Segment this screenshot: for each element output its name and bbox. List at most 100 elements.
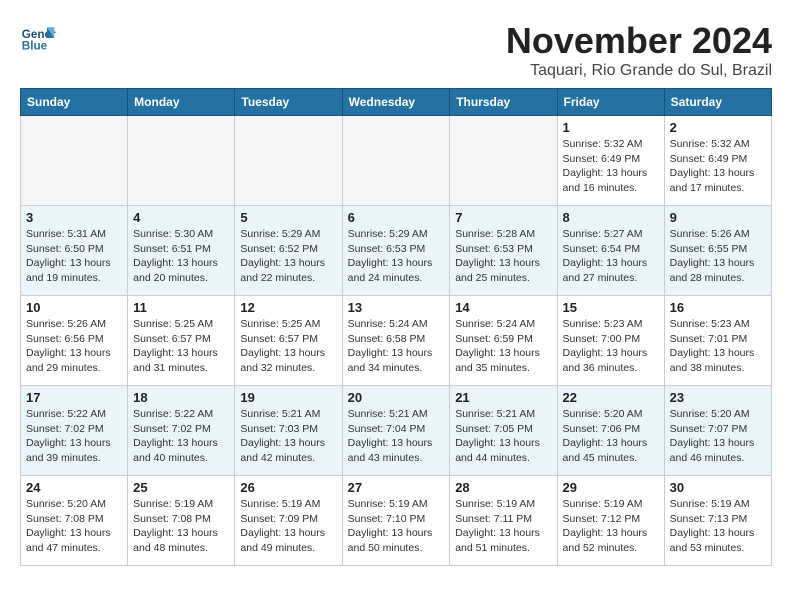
calendar-cell: 20 Sunrise: 5:21 AMSunset: 7:04 PMDayligh…: [342, 386, 450, 476]
calendar-cell: [21, 116, 128, 206]
calendar-cell: 1Sunrise: 5:32 AMSunset: 6:49 PMDaylight…: [557, 116, 664, 206]
day-info: Sunrise: 5:19 AMSunset: 7:09 PMDaylight:…: [240, 497, 336, 556]
calendar-cell: 3 Sunrise: 5:31 AMSunset: 6:50 PMDaylight…: [21, 206, 128, 296]
calendar-cell: 15Sunrise: 5:23 AMSunset: 7:00 PMDayligh…: [557, 296, 664, 386]
calendar-cell: 23 Sunrise: 5:20 AMSunset: 7:07 PMDayligh…: [664, 386, 771, 476]
day-number: 20: [348, 390, 445, 405]
calendar-cell: 2 Sunrise: 5:32 AMSunset: 6:49 PMDaylight…: [664, 116, 771, 206]
day-number: 22: [563, 390, 659, 405]
page-header: General Blue November 2024 Taquari, Rio …: [20, 20, 772, 80]
calendar-cell: 27 Sunrise: 5:19 AMSunset: 7:10 PMDayligh…: [342, 476, 450, 566]
day-info: Sunrise: 5:20 AMSunset: 7:06 PMDaylight:…: [563, 407, 659, 466]
calendar-row-0: 1Sunrise: 5:32 AMSunset: 6:49 PMDaylight…: [21, 116, 772, 206]
day-number: 13: [348, 300, 445, 315]
day-number: 24: [26, 480, 122, 495]
calendar-cell: 10 Sunrise: 5:26 AMSunset: 6:56 PMDayligh…: [21, 296, 128, 386]
day-number: 7: [455, 210, 551, 225]
day-info: Sunrise: 5:31 AMSunset: 6:50 PMDaylight:…: [26, 227, 122, 286]
calendar-cell: [342, 116, 450, 206]
day-number: 4: [133, 210, 229, 225]
calendar-cell: 8Sunrise: 5:27 AMSunset: 6:54 PMDaylight…: [557, 206, 664, 296]
day-number: 2: [670, 120, 766, 135]
calendar-cell: 18Sunrise: 5:22 AMSunset: 7:02 PMDayligh…: [128, 386, 235, 476]
calendar-cell: [235, 116, 342, 206]
day-info: Sunrise: 5:21 AMSunset: 7:03 PMDaylight:…: [240, 407, 336, 466]
calendar-cell: 30 Sunrise: 5:19 AMSunset: 7:13 PMDayligh…: [664, 476, 771, 566]
weekday-header-wednesday: Wednesday: [342, 89, 450, 116]
calendar-cell: 14 Sunrise: 5:24 AMSunset: 6:59 PMDayligh…: [450, 296, 557, 386]
calendar-cell: 21 Sunrise: 5:21 AMSunset: 7:05 PMDayligh…: [450, 386, 557, 476]
calendar-cell: 7 Sunrise: 5:28 AMSunset: 6:53 PMDaylight…: [450, 206, 557, 296]
day-info: Sunrise: 5:26 AMSunset: 6:55 PMDaylight:…: [670, 227, 766, 286]
day-number: 19: [240, 390, 336, 405]
day-info: Sunrise: 5:19 AMSunset: 7:08 PMDaylight:…: [133, 497, 229, 556]
day-number: 30: [670, 480, 766, 495]
weekday-header-thursday: Thursday: [450, 89, 557, 116]
logo-icon: General Blue: [20, 20, 56, 56]
calendar-row-3: 17 Sunrise: 5:22 AMSunset: 7:02 PMDayligh…: [21, 386, 772, 476]
day-number: 21: [455, 390, 551, 405]
calendar-cell: 17 Sunrise: 5:22 AMSunset: 7:02 PMDayligh…: [21, 386, 128, 476]
day-info: Sunrise: 5:19 AMSunset: 7:11 PMDaylight:…: [455, 497, 551, 556]
day-info: Sunrise: 5:28 AMSunset: 6:53 PMDaylight:…: [455, 227, 551, 286]
day-number: 25: [133, 480, 229, 495]
day-info: Sunrise: 5:20 AMSunset: 7:08 PMDaylight:…: [26, 497, 122, 556]
day-info: Sunrise: 5:25 AMSunset: 6:57 PMDaylight:…: [133, 317, 229, 376]
day-number: 8: [563, 210, 659, 225]
day-number: 26: [240, 480, 336, 495]
calendar-cell: 11 Sunrise: 5:25 AMSunset: 6:57 PMDayligh…: [128, 296, 235, 386]
calendar-cell: 25 Sunrise: 5:19 AMSunset: 7:08 PMDayligh…: [128, 476, 235, 566]
day-info: Sunrise: 5:29 AMSunset: 6:52 PMDaylight:…: [240, 227, 336, 286]
day-info: Sunrise: 5:32 AMSunset: 6:49 PMDaylight:…: [670, 137, 766, 196]
calendar-cell: [128, 116, 235, 206]
day-number: 6: [348, 210, 445, 225]
day-info: Sunrise: 5:22 AMSunset: 7:02 PMDaylight:…: [133, 407, 229, 466]
weekday-header-saturday: Saturday: [664, 89, 771, 116]
day-number: 12: [240, 300, 336, 315]
day-info: Sunrise: 5:24 AMSunset: 6:59 PMDaylight:…: [455, 317, 551, 376]
day-number: 3: [26, 210, 122, 225]
title-area: November 2024 Taquari, Rio Grande do Sul…: [506, 20, 772, 80]
day-number: 23: [670, 390, 766, 405]
calendar-cell: 9 Sunrise: 5:26 AMSunset: 6:55 PMDaylight…: [664, 206, 771, 296]
day-info: Sunrise: 5:24 AMSunset: 6:58 PMDaylight:…: [348, 317, 445, 376]
day-info: Sunrise: 5:29 AMSunset: 6:53 PMDaylight:…: [348, 227, 445, 286]
day-number: 28: [455, 480, 551, 495]
calendar-table: SundayMondayTuesdayWednesdayThursdayFrid…: [20, 88, 772, 566]
day-info: Sunrise: 5:21 AMSunset: 7:04 PMDaylight:…: [348, 407, 445, 466]
day-number: 9: [670, 210, 766, 225]
day-number: 14: [455, 300, 551, 315]
day-info: Sunrise: 5:22 AMSunset: 7:02 PMDaylight:…: [26, 407, 122, 466]
calendar-cell: 28 Sunrise: 5:19 AMSunset: 7:11 PMDayligh…: [450, 476, 557, 566]
day-info: Sunrise: 5:20 AMSunset: 7:07 PMDaylight:…: [670, 407, 766, 466]
calendar-cell: 29Sunrise: 5:19 AMSunset: 7:12 PMDayligh…: [557, 476, 664, 566]
calendar-row-1: 3 Sunrise: 5:31 AMSunset: 6:50 PMDaylight…: [21, 206, 772, 296]
calendar-cell: 13 Sunrise: 5:24 AMSunset: 6:58 PMDayligh…: [342, 296, 450, 386]
day-number: 10: [26, 300, 122, 315]
calendar-cell: 16 Sunrise: 5:23 AMSunset: 7:01 PMDayligh…: [664, 296, 771, 386]
logo: General Blue: [20, 20, 56, 56]
day-number: 27: [348, 480, 445, 495]
day-number: 5: [240, 210, 336, 225]
day-info: Sunrise: 5:21 AMSunset: 7:05 PMDaylight:…: [455, 407, 551, 466]
weekday-header-monday: Monday: [128, 89, 235, 116]
day-info: Sunrise: 5:19 AMSunset: 7:10 PMDaylight:…: [348, 497, 445, 556]
calendar-cell: 22 Sunrise: 5:20 AMSunset: 7:06 PMDayligh…: [557, 386, 664, 476]
day-number: 17: [26, 390, 122, 405]
day-info: Sunrise: 5:23 AMSunset: 7:01 PMDaylight:…: [670, 317, 766, 376]
day-info: Sunrise: 5:25 AMSunset: 6:57 PMDaylight:…: [240, 317, 336, 376]
calendar-cell: 6 Sunrise: 5:29 AMSunset: 6:53 PMDaylight…: [342, 206, 450, 296]
day-number: 16: [670, 300, 766, 315]
day-number: 11: [133, 300, 229, 315]
location-title: Taquari, Rio Grande do Sul, Brazil: [506, 62, 772, 80]
svg-text:Blue: Blue: [22, 40, 48, 53]
day-info: Sunrise: 5:26 AMSunset: 6:56 PMDaylight:…: [26, 317, 122, 376]
day-number: 15: [563, 300, 659, 315]
month-title: November 2024: [506, 20, 772, 62]
weekday-header-friday: Friday: [557, 89, 664, 116]
calendar-cell: 24 Sunrise: 5:20 AMSunset: 7:08 PMDayligh…: [21, 476, 128, 566]
weekday-header-row: SundayMondayTuesdayWednesdayThursdayFrid…: [21, 89, 772, 116]
day-info: Sunrise: 5:19 AMSunset: 7:13 PMDaylight:…: [670, 497, 766, 556]
calendar-cell: 12 Sunrise: 5:25 AMSunset: 6:57 PMDayligh…: [235, 296, 342, 386]
day-number: 29: [563, 480, 659, 495]
